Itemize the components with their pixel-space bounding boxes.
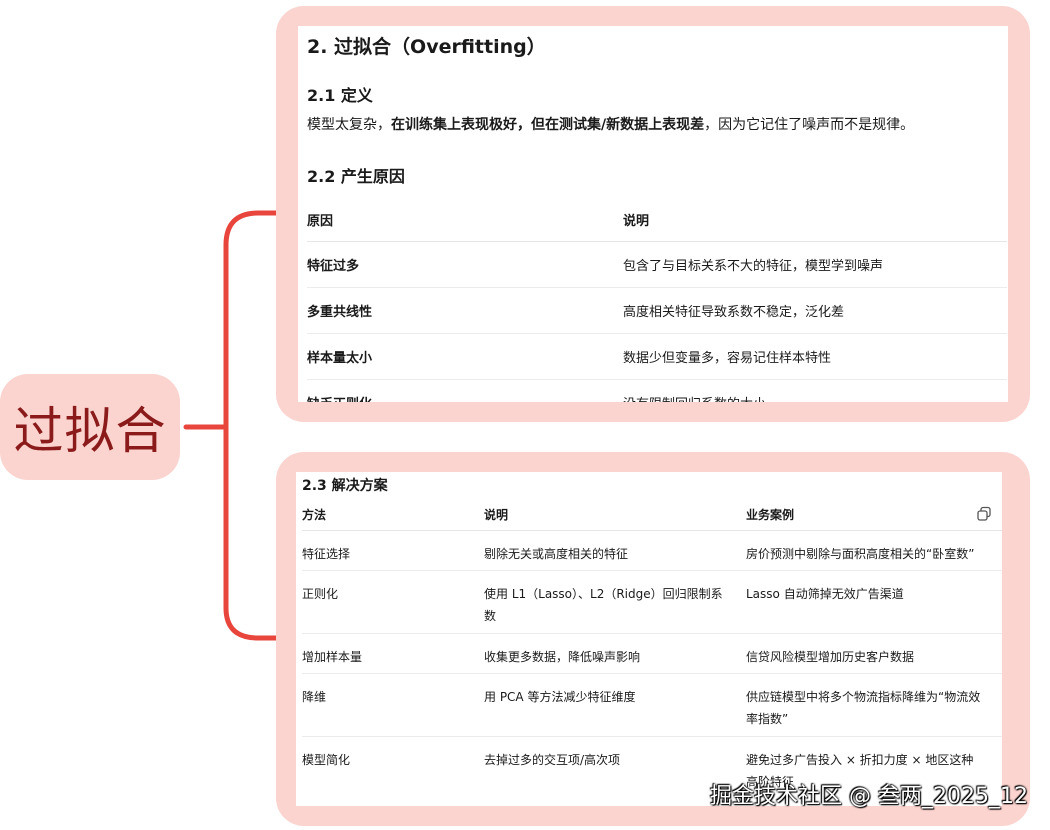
definition-paragraph: 模型太复杂，在训练集上表现极好，但在测试集/新数据上表现差，因为它记住了噪声而不… <box>307 114 914 134</box>
overfitting-definition-card[interactable]: 2. 过拟合（Overfitting） 2.1 定义 模型太复杂，在训练集上表现… <box>276 6 1030 422</box>
table-row: 特征过多 包含了与目标关系不大的特征，模型学到噪声 <box>307 241 1007 288</box>
business-case: Lasso 自动筛掉无效广告渠道 <box>746 570 1002 634</box>
method-description: 收集更多数据，降低噪声影响 <box>484 633 746 674</box>
root-topic-node[interactable]: 过拟合 <box>0 374 180 480</box>
table-row: 样本量太小 数据少但变量多，容易记住样本特性 <box>307 333 1007 380</box>
table-header-row: 方法 说明 业务案例 <box>302 498 1002 531</box>
column-header: 说明 <box>484 498 746 531</box>
causes-heading: 2.2 产生原因 <box>307 167 405 186</box>
cause-description: 数据少但变量多，容易记住样本特性 <box>623 333 1007 380</box>
solutions-table: 方法 说明 业务案例 特征选择 剔除无关或高度相关的特征 房价预测中剔除与面积高… <box>302 498 1002 797</box>
table-row: 特征选择 剔除无关或高度相关的特征 房价预测中剔除与面积高度相关的“卧室数” <box>302 530 1002 571</box>
definition-heading: 2.1 定义 <box>307 86 373 105</box>
cause-name: 特征过多 <box>307 241 623 288</box>
column-header: 原因 <box>307 198 623 242</box>
solutions-heading: 2.3 解决方案 <box>302 478 388 494</box>
cause-description: 没有限制回归系数的大小 <box>623 380 1007 402</box>
cause-description: 高度相关特征导致系数不稳定，泛化差 <box>623 287 1007 334</box>
root-topic-label: 过拟合 <box>13 402 167 460</box>
table-row: 正则化 使用 L1（Lasso）、L2（Ridge）回归限制系数 Lasso 自… <box>302 570 1002 634</box>
cause-name: 样本量太小 <box>307 333 623 380</box>
cause-name: 缺乏正则化 <box>307 380 623 402</box>
table-header-row: 原因 说明 <box>307 198 1007 242</box>
business-case: 供应链模型中将多个物流指标降维为“物流效率指数” <box>746 673 1002 737</box>
column-header: 说明 <box>623 198 1007 242</box>
section-title: 2. 过拟合（Overfitting） <box>307 36 546 58</box>
definition-text-pre: 模型太复杂， <box>307 117 391 133</box>
method-name: 模型简化 <box>302 753 351 767</box>
column-header: 业务案例 <box>746 498 1002 531</box>
cause-name: 多重共线性 <box>307 287 623 334</box>
method-description: 剔除无关或高度相关的特征 <box>484 530 746 571</box>
method-description: 去掉过多的交互项/高次项 <box>484 753 621 767</box>
solutions-card[interactable]: 2.3 解决方案 方法 说明 业务案例 特征选择 剔除无关或高度相关的特征 房价… <box>276 452 1030 826</box>
method-name: 增加样本量 <box>302 633 484 674</box>
method-description: 使用 L1（Lasso）、L2（Ridge）回归限制系数 <box>484 570 746 634</box>
business-case: 信贷风险模型增加历史客户数据 <box>746 633 1002 674</box>
causes-table: 原因 说明 特征过多 包含了与目标关系不大的特征，模型学到噪声 多重共线性 高度… <box>307 198 1007 402</box>
table-row: 多重共线性 高度相关特征导致系数不稳定，泛化差 <box>307 287 1007 334</box>
card-content: 2. 过拟合（Overfitting） 2.1 定义 模型太复杂，在训练集上表现… <box>298 26 1008 402</box>
table-row: 降维 用 PCA 等方法减少特征维度 供应链模型中将多个物流指标降维为“物流效率… <box>302 673 1002 737</box>
definition-text-post: ，因为它记住了噪声而不是规律。 <box>704 117 915 133</box>
watermark: 掘金技术社区 @ 叁两_2025_12 <box>710 784 1028 809</box>
method-name: 正则化 <box>302 570 484 634</box>
business-case: 房价预测中剔除与面积高度相关的“卧室数” <box>746 530 1002 571</box>
table-row: 缺乏正则化 没有限制回归系数的大小 <box>307 380 1007 402</box>
method-description: 用 PCA 等方法减少特征维度 <box>484 673 746 737</box>
method-name: 特征选择 <box>302 530 484 571</box>
method-name: 降维 <box>302 673 484 737</box>
cause-description: 包含了与目标关系不大的特征，模型学到噪声 <box>623 241 1007 288</box>
table-row: 增加样本量 收集更多数据，降低噪声影响 信贷风险模型增加历史客户数据 <box>302 633 1002 674</box>
column-header: 方法 <box>302 498 484 531</box>
definition-text-bold: 在训练集上表现极好，但在测试集/新数据上表现差 <box>391 117 705 133</box>
card-content: 2.3 解决方案 方法 说明 业务案例 特征选择 剔除无关或高度相关的特征 房价… <box>296 472 1002 806</box>
